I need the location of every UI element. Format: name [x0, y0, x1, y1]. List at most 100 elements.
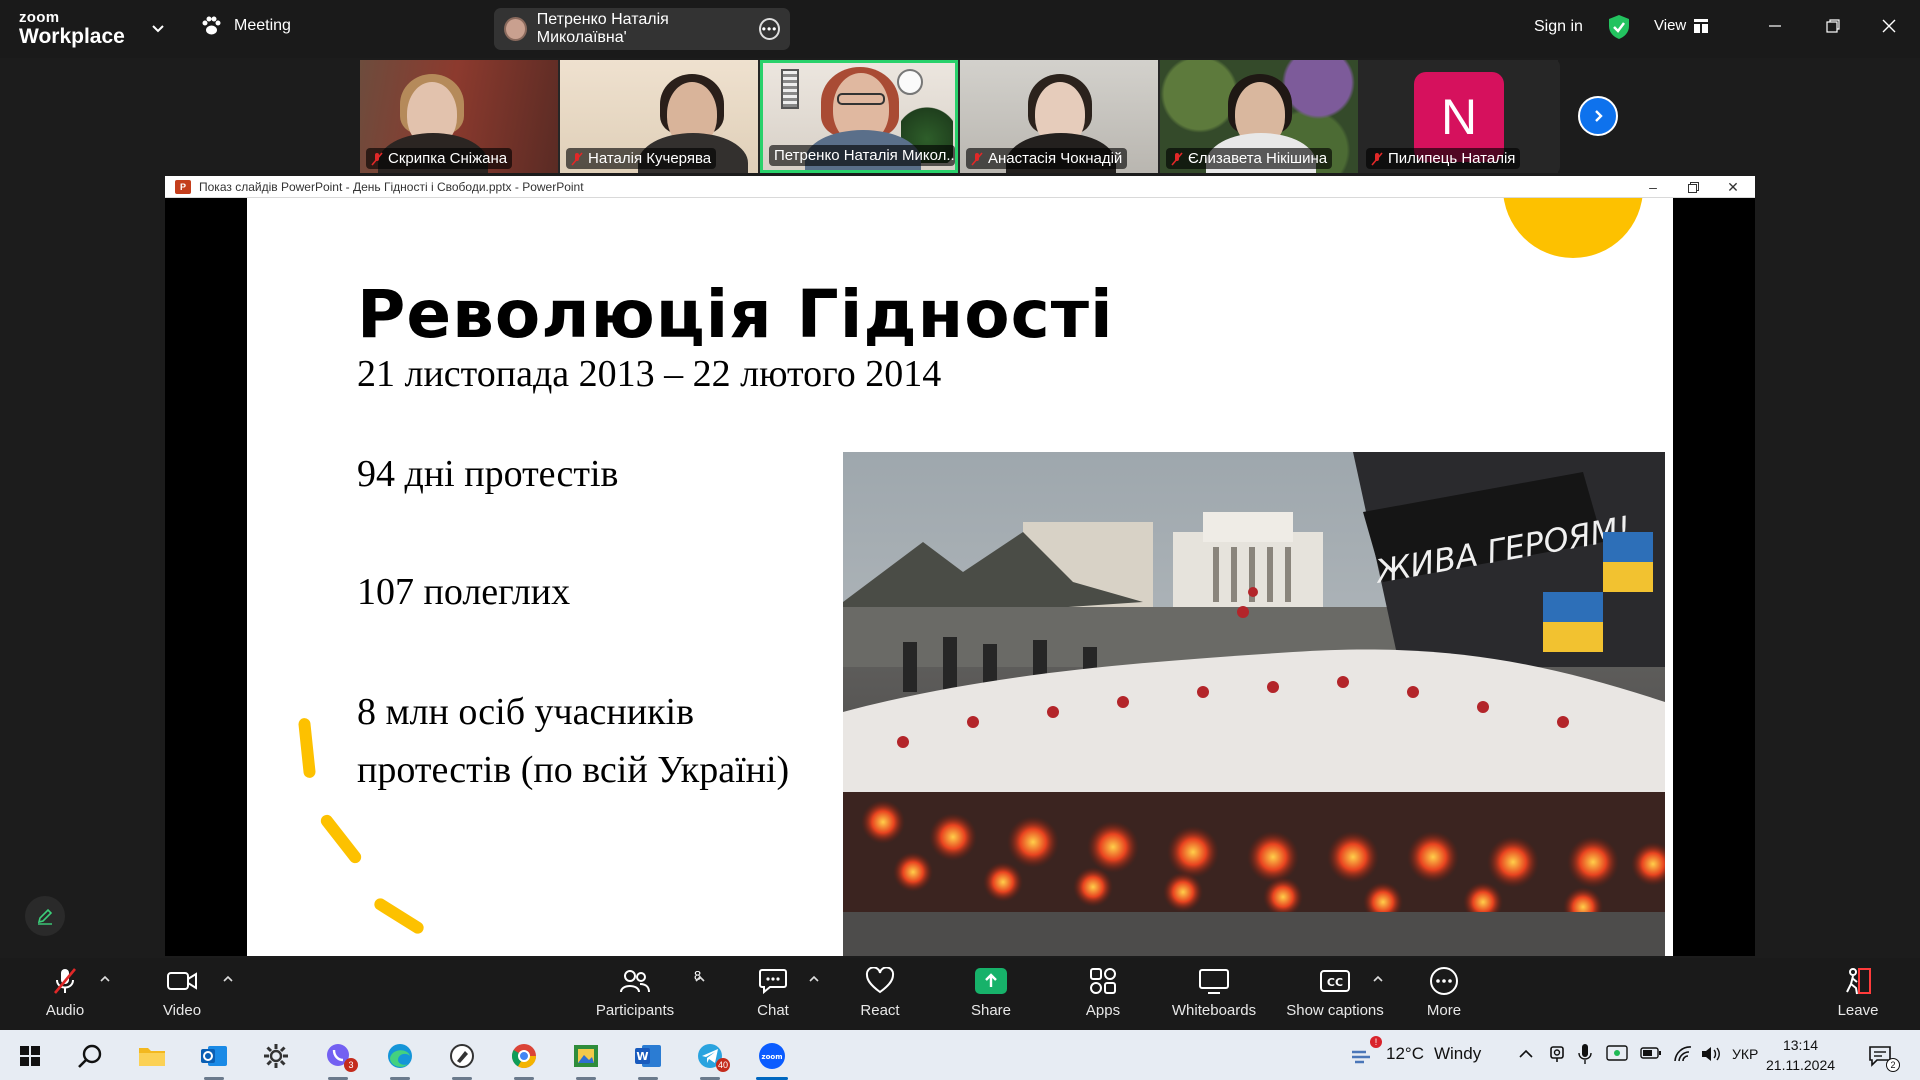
chat-label: Chat	[757, 1002, 789, 1019]
mic-muted-icon	[1171, 151, 1183, 166]
more-label: More	[1426, 1002, 1462, 1019]
participant-name-tag: Пилипець Наталія	[1366, 148, 1521, 169]
chat-bubble-icon	[758, 966, 788, 996]
wifi-icon[interactable]	[1672, 1044, 1694, 1064]
participant-tile[interactable]: Єлизавета Нікішина	[1160, 60, 1358, 173]
powerpoint-window-titlebar: P Показ слайдів PowerPoint - День Гіднос…	[165, 176, 1755, 198]
close-window-icon[interactable]	[1874, 14, 1904, 38]
powerpoint-icon: P	[175, 179, 191, 194]
show-captions-label: Show captions	[1286, 1002, 1384, 1019]
share-button[interactable]: Share	[941, 966, 1041, 1024]
participants-options-chevron-icon[interactable]	[694, 974, 706, 984]
participant-tile-active-speaker[interactable]: Петренко Наталія Микол...	[760, 60, 958, 173]
apps-button[interactable]: Apps	[1053, 966, 1153, 1024]
weather-alert-icon: !	[1370, 1036, 1382, 1048]
screen-share-tray-icon[interactable]	[1606, 1044, 1628, 1064]
word-icon[interactable]: W	[628, 1038, 668, 1080]
apps-icon	[1088, 966, 1118, 996]
participant-tile[interactable]: Анастасія Чокнадій	[960, 60, 1158, 173]
view-label: View	[1654, 17, 1687, 34]
annotate-pencil-button[interactable]	[25, 896, 65, 936]
telegram-icon[interactable]: 40	[690, 1038, 730, 1080]
audio-options-chevron-icon[interactable]	[99, 974, 111, 984]
sign-in-link[interactable]: Sign in	[1534, 18, 1583, 36]
meeting-button[interactable]: Meeting	[200, 16, 291, 36]
chevron-up-icon[interactable]	[1518, 1048, 1534, 1060]
security-shield-icon[interactable]	[1607, 14, 1631, 40]
mic-muted-icon	[371, 151, 383, 166]
maidan-memorial-photo: ЖИВА ГЕРОЯМ!	[843, 452, 1665, 956]
wall-clock-decoration	[897, 69, 923, 95]
clock-time: 13:14	[1782, 1037, 1819, 1053]
system-clock[interactable]: 13:14 21.11.2024	[1766, 1035, 1835, 1075]
settings-gear-icon[interactable]	[256, 1038, 296, 1074]
participant-name-tag: Єлизавета Нікішина	[1166, 148, 1333, 169]
gallery-next-page-button[interactable]	[1578, 96, 1618, 136]
viber-notification-badge: 3	[344, 1058, 358, 1072]
whiteboards-button[interactable]: Whiteboards	[1164, 966, 1264, 1024]
volume-icon[interactable]	[1700, 1044, 1722, 1064]
edge-browser-icon[interactable]	[380, 1038, 420, 1080]
chat-options-chevron-icon[interactable]	[808, 974, 820, 984]
show-captions-button[interactable]: CC Show captions	[1285, 966, 1385, 1024]
participant-tile[interactable]: Скрипка Сніжана	[360, 60, 558, 173]
file-explorer-icon[interactable]	[132, 1038, 172, 1074]
video-label: Video	[162, 1002, 202, 1019]
video-button[interactable]: Video	[132, 966, 232, 1024]
participant-name-tag: Анастасія Чокнадій	[966, 148, 1128, 169]
notification-count-badge: 2	[1886, 1058, 1900, 1072]
participant-tile[interactable]: N Пилипець Наталія	[1360, 60, 1558, 173]
view-button[interactable]: View	[1654, 17, 1709, 34]
captions-icon-text: CC	[1327, 976, 1343, 989]
slide-dates: 21 листопада 2013 – 22 лютого 2014	[357, 353, 942, 395]
windy-weather-icon: !	[1350, 1036, 1382, 1066]
outlook-icon[interactable]	[194, 1038, 234, 1080]
chevron-right-icon	[1595, 110, 1603, 122]
meeting-label: Meeting	[234, 17, 291, 34]
notification-center-icon[interactable]: 2	[1860, 1038, 1900, 1074]
webcam-tray-icon[interactable]	[1548, 1044, 1566, 1064]
microphone-tray-icon[interactable]	[1578, 1043, 1592, 1065]
whiteboards-label: Whiteboards	[1171, 1002, 1257, 1019]
keyboard-language[interactable]: УКР	[1732, 1046, 1758, 1062]
react-button[interactable]: React	[830, 966, 930, 1024]
more-button[interactable]: More	[1394, 966, 1494, 1024]
audio-label: Audio	[45, 1002, 85, 1019]
more-options-icon[interactable]: •••	[759, 18, 780, 40]
search-icon[interactable]	[70, 1038, 110, 1074]
zoom-app-icon[interactable]: zoom	[752, 1038, 792, 1080]
weather-widget[interactable]: ! 12°C Windy	[1350, 1036, 1481, 1066]
photo-viewer-icon[interactable]	[566, 1038, 606, 1080]
glasses-decoration	[837, 93, 885, 105]
more-dots-icon	[1429, 966, 1459, 996]
clock-date: 21.11.2024	[1766, 1057, 1836, 1073]
battery-icon[interactable]	[1640, 1046, 1662, 1060]
ppt-minimize-icon[interactable]: –	[1633, 176, 1673, 198]
active-speaker-pill[interactable]: Петренко Наталія Миколаївна' •••	[494, 8, 790, 50]
ppt-close-icon[interactable]: ✕	[1713, 176, 1753, 198]
speaker-avatar	[504, 17, 527, 41]
zoom-workplace-logo: zoom Workplace	[19, 10, 125, 47]
video-options-chevron-icon[interactable]	[222, 974, 234, 984]
slide-stat-participants-line2: протестів (по всій Україні)	[357, 749, 790, 791]
yellow-brush-stroke	[297, 717, 317, 779]
restore-window-icon[interactable]	[1818, 14, 1848, 38]
chrome-browser-icon[interactable]	[504, 1038, 544, 1080]
slide-stat-fallen: 107 полеглих	[357, 571, 571, 613]
ppt-restore-icon[interactable]	[1673, 176, 1713, 198]
mic-muted-icon	[571, 151, 583, 166]
chevron-down-icon[interactable]	[150, 20, 166, 36]
participant-tile[interactable]: Наталія Кучерява	[560, 60, 758, 173]
paw-icon	[202, 16, 221, 35]
windows-start-icon[interactable]	[10, 1038, 50, 1074]
leave-meeting-button[interactable]: Leave	[1808, 966, 1908, 1024]
participants-icon: 8	[620, 966, 701, 996]
brand-bottom: Workplace	[19, 25, 125, 48]
minimize-window-icon[interactable]	[1760, 14, 1790, 38]
pen-tablet-app-icon[interactable]	[442, 1038, 482, 1080]
viber-icon[interactable]: 3	[318, 1038, 358, 1080]
share-label: Share	[970, 1002, 1012, 1019]
captions-options-chevron-icon[interactable]	[1372, 974, 1384, 984]
brand-top: zoom	[19, 9, 60, 26]
participants-button[interactable]: 8 Participants	[585, 966, 701, 1024]
